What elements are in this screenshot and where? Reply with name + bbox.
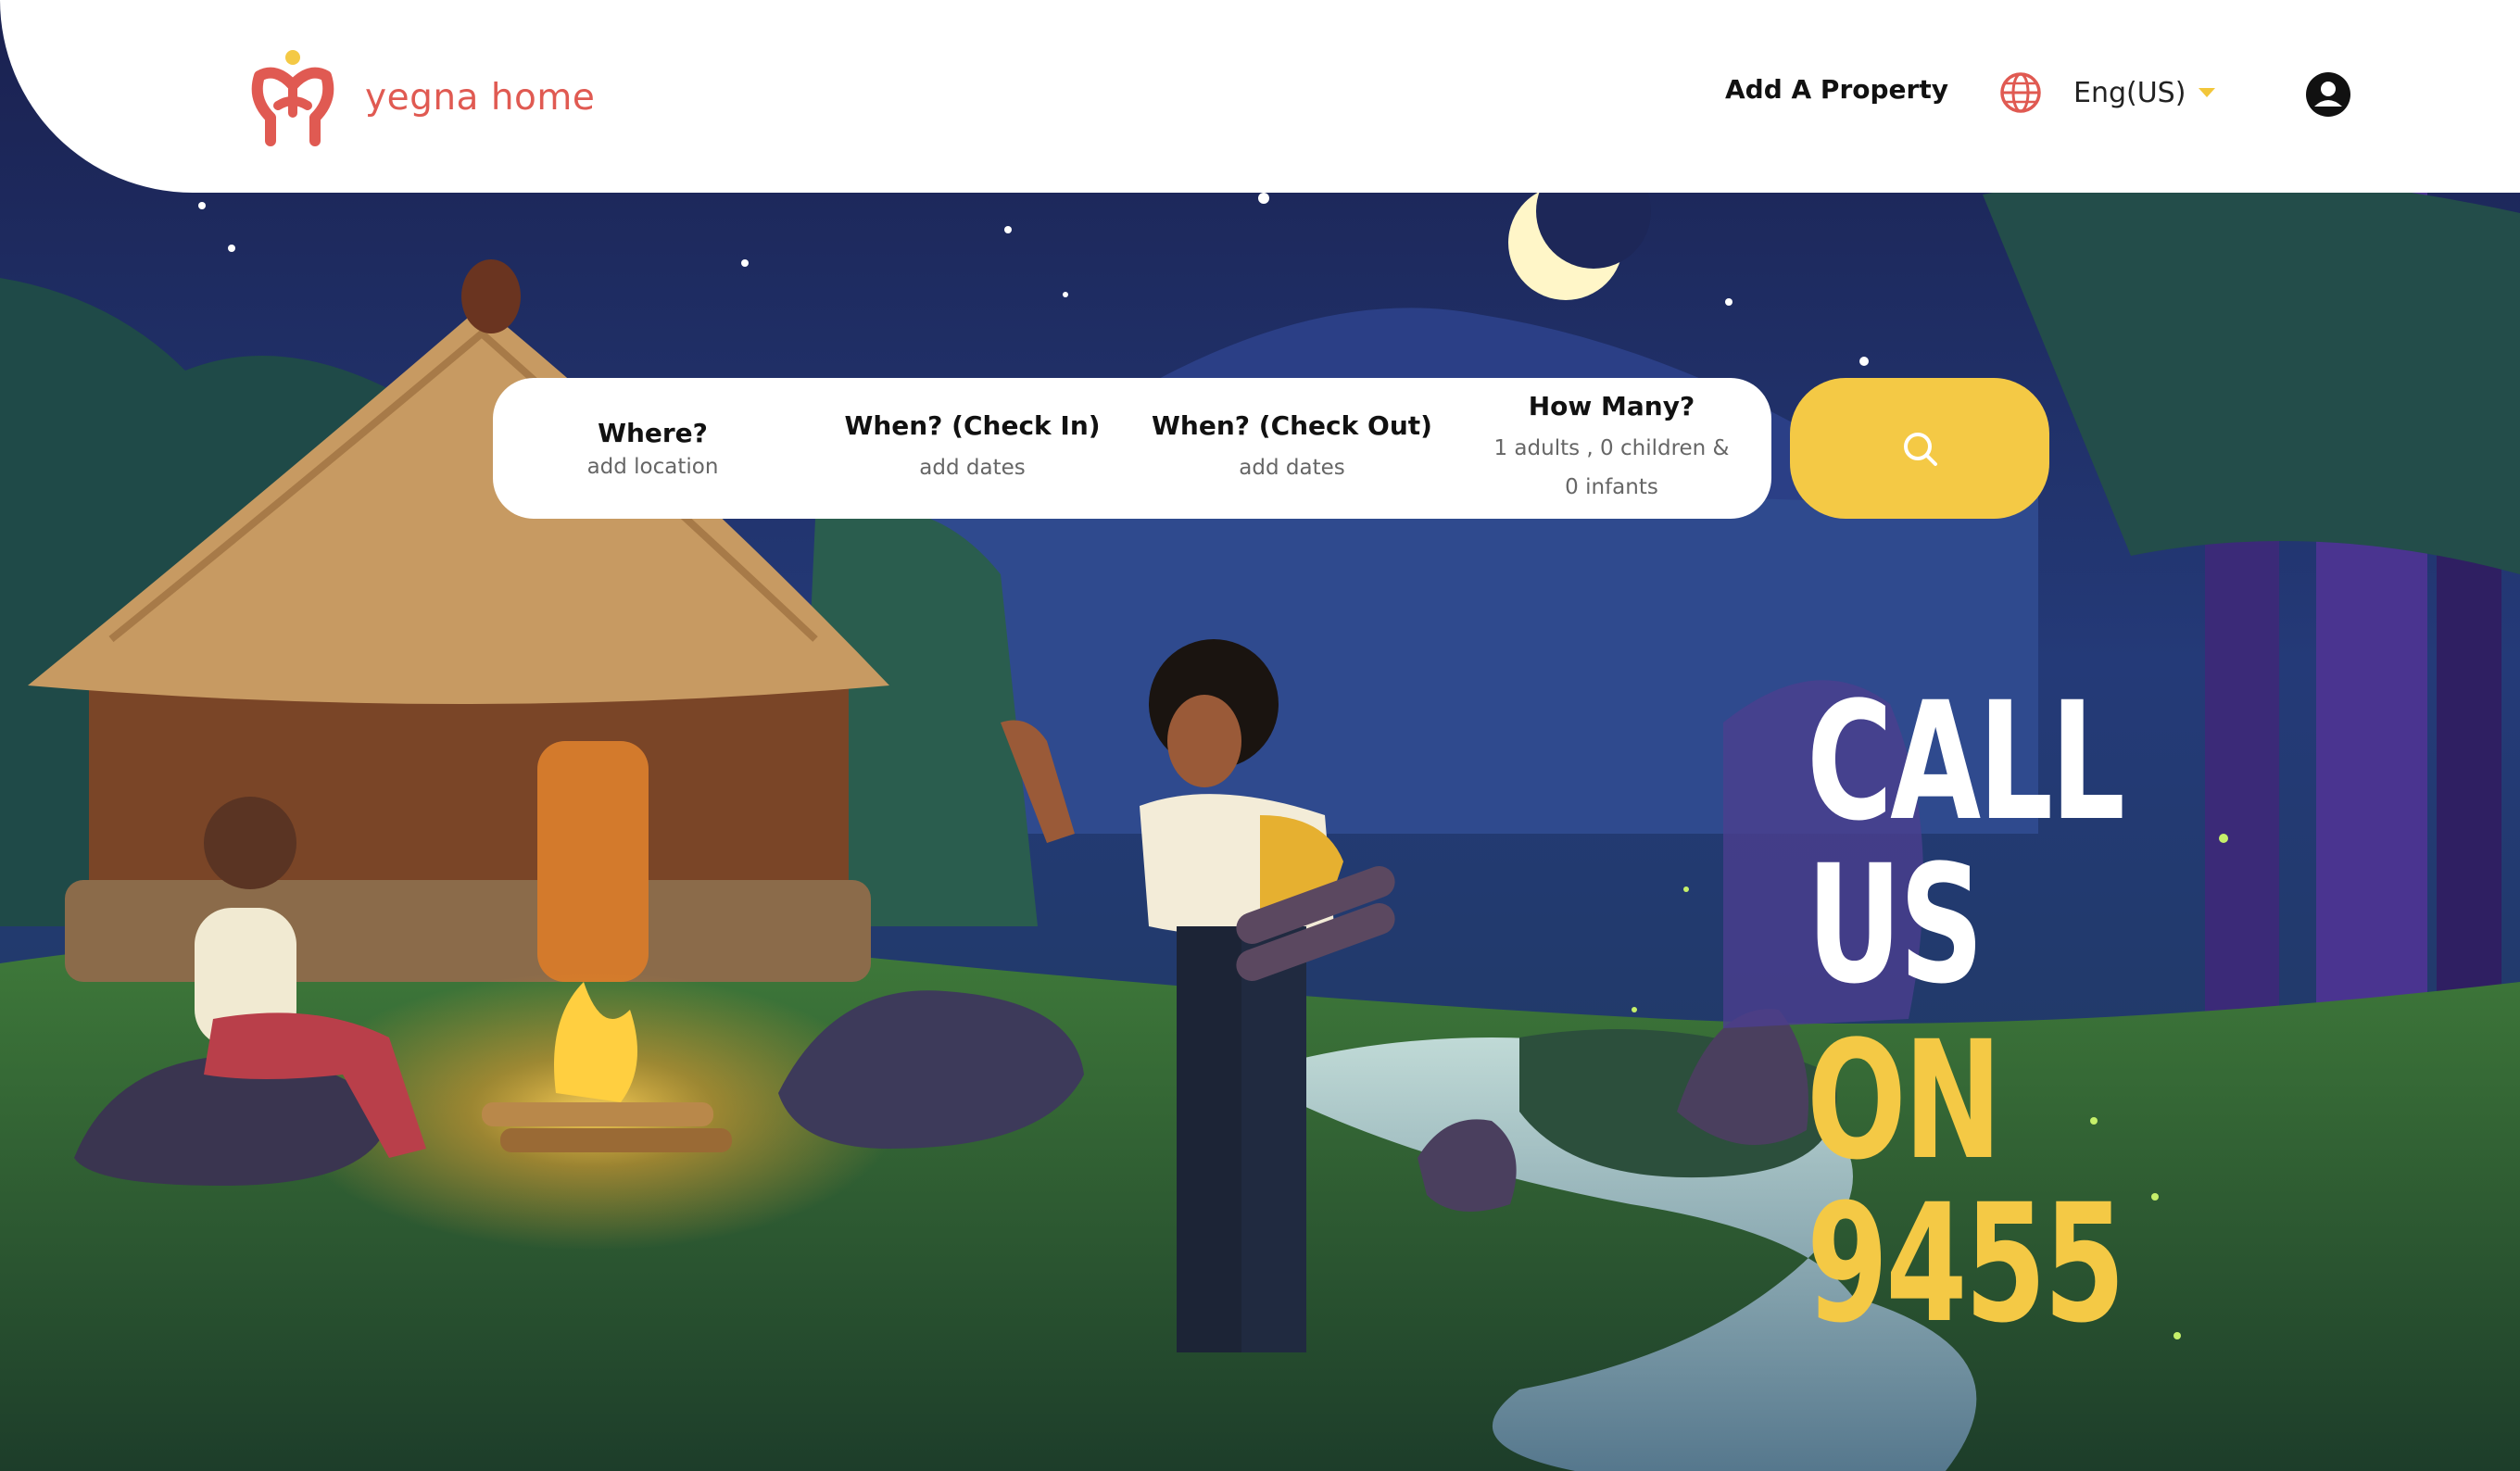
search-button[interactable] — [1790, 378, 2049, 519]
check-out-value: add dates — [1239, 455, 1345, 480]
check-in-value: add dates — [919, 455, 1026, 480]
brand-logo[interactable]: yegna home — [248, 46, 595, 148]
yegna-logo-icon — [251, 50, 334, 146]
call-us-line: CALL US — [1807, 667, 2125, 1020]
brand-name: yegna home — [365, 76, 596, 119]
language-label: Eng(US) — [2073, 76, 2186, 109]
top-navbar: yegna home Add A Property Eng(US) — [0, 0, 2520, 193]
language-selector[interactable]: Eng(US) — [1999, 71, 2216, 114]
where-label: Where? — [598, 417, 708, 448]
guests-value: 1 adults , 0 children & 0 infants — [1493, 435, 1730, 499]
search-icon — [1904, 433, 1937, 466]
chevron-down-icon — [2199, 88, 2216, 97]
guests-label: How Many? — [1528, 390, 1695, 421]
check-out-label: When? (Check Out) — [1152, 409, 1432, 441]
add-property-link[interactable]: Add A Property — [1725, 74, 1948, 105]
booking-search-bar: Where? When? (Check In) add dates When? … — [493, 378, 1771, 519]
globe-icon — [2000, 72, 2041, 113]
call-us-headline: CALL US ON 9455 — [1807, 681, 2207, 1346]
check-in-label: When? (Check In) — [844, 409, 1101, 441]
guests-field[interactable]: How Many? 1 adults , 0 children & 0 infa… — [1452, 378, 1771, 519]
phone-number-line: ON 9455 — [1807, 1006, 2125, 1359]
where-field[interactable]: Where? — [493, 378, 813, 519]
check-in-field[interactable]: When? (Check In) add dates — [813, 378, 1132, 519]
user-avatar-icon[interactable] — [2305, 71, 2351, 118]
check-out-field[interactable]: When? (Check Out) add dates — [1132, 378, 1452, 519]
location-input[interactable] — [544, 453, 762, 480]
